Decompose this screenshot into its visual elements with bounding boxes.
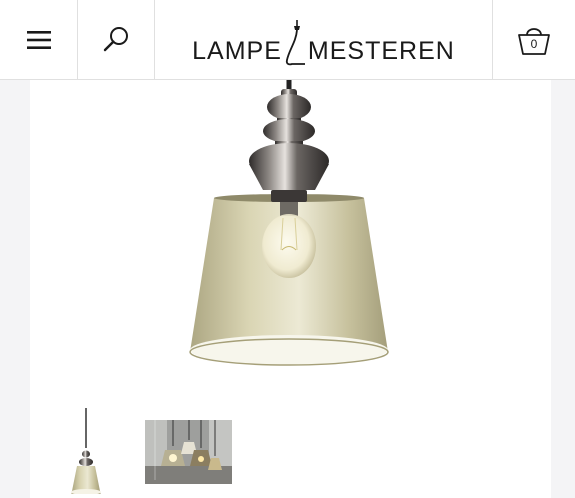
- page-margin-right: [551, 80, 575, 498]
- site-header: LAMPE MESTEREN 0: [0, 0, 575, 80]
- lamp-logo-icon: [285, 19, 305, 65]
- menu-button[interactable]: [0, 0, 78, 79]
- cart: 0: [516, 23, 552, 57]
- logo-text-left: LAMPE: [192, 36, 282, 65]
- logo-link[interactable]: LAMPE MESTEREN: [155, 0, 493, 79]
- pendant-lamp-photo[interactable]: [30, 80, 551, 398]
- cart-count: 0: [530, 37, 538, 51]
- pendant-lamp-thumbnail[interactable]: [66, 408, 106, 494]
- hamburger-menu-icon: [26, 30, 51, 49]
- logo-text-right: MESTEREN: [307, 36, 455, 65]
- thumbnail-strip: [30, 398, 551, 498]
- cart-button[interactable]: 0: [493, 0, 575, 79]
- lamp-group-thumbnail[interactable]: [145, 420, 232, 484]
- search-button[interactable]: [78, 0, 155, 79]
- search-icon: [103, 26, 128, 51]
- page-margin-left: [0, 80, 30, 498]
- site-logo: LAMPE MESTEREN: [192, 19, 455, 66]
